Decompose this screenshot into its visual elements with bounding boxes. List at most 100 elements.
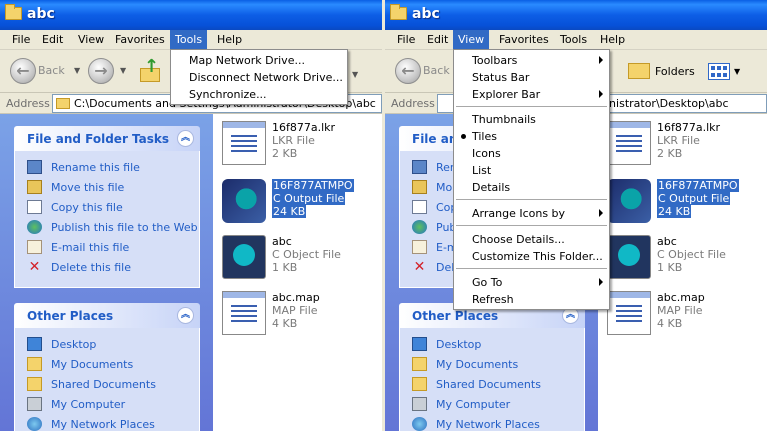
- file-type: C Output File: [272, 192, 346, 205]
- back-label: Back: [423, 64, 450, 77]
- menu-view[interactable]: View: [73, 30, 109, 49]
- menu-item-label: Details: [472, 181, 511, 194]
- menu-view[interactable]: View: [453, 30, 490, 49]
- folder-icon: [390, 4, 407, 20]
- file-folder-tasks-panel: File and Folder Tasks ︽ Rename this file…: [14, 126, 200, 288]
- menu-favorites[interactable]: Favorites: [494, 30, 554, 49]
- menu-item-toolbars[interactable]: Toolbars: [454, 52, 609, 69]
- file-item-selected[interactable]: 16F877ATMPO C Output File 24 KB: [217, 176, 382, 226]
- place-label: My Computer: [51, 398, 126, 411]
- file-size: 2 KB: [272, 147, 298, 160]
- explorer-window-left: abc File Edit View Favorites Tools Help …: [0, 0, 382, 431]
- menu-item-choose-details[interactable]: Choose Details...: [454, 231, 609, 248]
- view-menu-dropdown: Toolbars Status Bar Explorer Bar Thumbna…: [453, 49, 610, 310]
- file-name: abc.map: [657, 291, 705, 304]
- file-item[interactable]: 16f877a.lkr LKR File 2 KB: [217, 118, 382, 168]
- title-bar[interactable]: abc: [385, 0, 767, 30]
- forward-arrow-icon: →: [88, 58, 114, 84]
- map-document-icon: [222, 291, 266, 335]
- file-item[interactable]: abc.map MAP File 4 KB: [217, 288, 382, 338]
- place-label: My Documents: [51, 358, 134, 371]
- address-value: inistrator\Desktop\abc: [606, 97, 729, 110]
- file-size: 4 KB: [657, 317, 683, 330]
- file-item[interactable]: abc C Object File 1 KB: [217, 232, 382, 282]
- menu-item-synchronize[interactable]: Synchronize...: [171, 86, 347, 103]
- menu-file[interactable]: File: [392, 30, 420, 49]
- documents-folder-icon: [27, 357, 42, 371]
- menu-item-label: Arrange Icons by: [472, 207, 566, 220]
- menu-item-disconnect-network-drive[interactable]: Disconnect Network Drive...: [171, 69, 347, 86]
- views-button[interactable]: ▼: [708, 60, 744, 84]
- back-arrow-icon: ←: [395, 58, 421, 84]
- menu-separator: [456, 106, 607, 107]
- menu-item-explorer-bar[interactable]: Explorer Bar: [454, 86, 609, 103]
- desktop-icon: [27, 337, 42, 351]
- file-item-selected[interactable]: 16F877ATMPO C Output File 24 KB: [602, 176, 767, 226]
- file-name: abc.map: [272, 291, 320, 304]
- collapse-chevron-icon[interactable]: ︽: [177, 307, 194, 324]
- file-size: 1 KB: [657, 261, 683, 274]
- address-label: Address: [6, 97, 50, 110]
- lkr-document-icon: [607, 121, 651, 165]
- file-tasks-list: Rename this file Move this file Copy thi…: [14, 151, 200, 288]
- menu-item-label: Thumbnails: [472, 113, 536, 126]
- file-item[interactable]: abc.map MAP File 4 KB: [602, 288, 767, 338]
- menu-item-label: Choose Details...: [472, 233, 565, 246]
- up-folder-button[interactable]: ↑: [138, 58, 162, 84]
- menu-item-label: Refresh: [472, 293, 514, 306]
- other-places-list: Desktop My Documents Shared Documents My…: [14, 328, 200, 431]
- menu-item-go-to[interactable]: Go To: [454, 274, 609, 291]
- menu-item-arrange-icons-by[interactable]: Arrange Icons by: [454, 205, 609, 222]
- delete-x-icon: ✕: [413, 259, 426, 275]
- submenu-arrow-icon: [599, 209, 603, 217]
- file-name: abc: [272, 235, 292, 248]
- menu-help[interactable]: Help: [212, 30, 247, 49]
- move-icon: [27, 180, 42, 194]
- menu-item-details[interactable]: Details: [454, 179, 609, 196]
- chevron-down-icon[interactable]: ▼: [352, 70, 358, 79]
- title-bar[interactable]: abc: [0, 0, 382, 30]
- menu-item-refresh[interactable]: Refresh: [454, 291, 609, 308]
- menu-item-customize-folder[interactable]: Customize This Folder...: [454, 248, 609, 265]
- menu-edit[interactable]: Edit: [422, 30, 453, 49]
- collapse-chevron-icon[interactable]: ︽: [177, 130, 194, 147]
- file-type: LKR File: [272, 134, 315, 147]
- other-places-header[interactable]: Other Places ︽: [14, 303, 200, 328]
- task-label: Copy this file: [51, 201, 123, 214]
- panel-title: File and Folder Tasks: [27, 132, 170, 146]
- file-item[interactable]: abc C Object File 1 KB: [602, 232, 767, 282]
- menu-item-label: List: [472, 164, 492, 177]
- c-object-icon: [607, 235, 651, 279]
- menu-item-tiles[interactable]: Tiles: [454, 128, 609, 145]
- move-icon: [412, 180, 427, 194]
- folders-icon: [628, 63, 650, 79]
- menu-item-thumbnails[interactable]: Thumbnails: [454, 111, 609, 128]
- menu-item-status-bar[interactable]: Status Bar: [454, 69, 609, 86]
- menu-item-map-network-drive[interactable]: Map Network Drive...: [171, 52, 347, 69]
- file-folder-tasks-header[interactable]: File and Folder Tasks ︽: [14, 126, 200, 151]
- file-name: 16f877a.lkr: [657, 121, 721, 134]
- back-button[interactable]: ← Back ▼: [10, 58, 82, 86]
- menu-tools[interactable]: Tools: [170, 30, 208, 49]
- menu-item-icons[interactable]: Icons: [454, 145, 609, 162]
- submenu-arrow-icon: [599, 278, 603, 286]
- other-places-list: Desktop My Documents Shared Documents My…: [399, 328, 585, 431]
- chevron-down-icon: ▼: [74, 66, 81, 75]
- task-label: Publish this file to the Web: [51, 221, 198, 234]
- menu-favorites[interactable]: Favorites: [110, 30, 170, 49]
- desktop-icon: [412, 337, 427, 351]
- menu-item-label: Disconnect Network Drive...: [189, 71, 343, 84]
- menu-file[interactable]: File: [7, 30, 35, 49]
- back-label: Back: [38, 64, 65, 77]
- file-type: C Object File: [272, 248, 341, 261]
- file-name: 16F877ATMPO: [272, 179, 354, 192]
- forward-button[interactable]: → ▼: [88, 58, 132, 86]
- file-item[interactable]: 16f877a.lkr LKR File 2 KB: [602, 118, 767, 168]
- menu-item-label: Explorer Bar: [472, 88, 541, 101]
- c-object-icon: [222, 235, 266, 279]
- menu-edit[interactable]: Edit: [37, 30, 68, 49]
- menu-tools[interactable]: Tools: [555, 30, 592, 49]
- menu-item-label: Toolbars: [472, 54, 518, 67]
- menu-item-list[interactable]: List: [454, 162, 609, 179]
- menu-help[interactable]: Help: [595, 30, 630, 49]
